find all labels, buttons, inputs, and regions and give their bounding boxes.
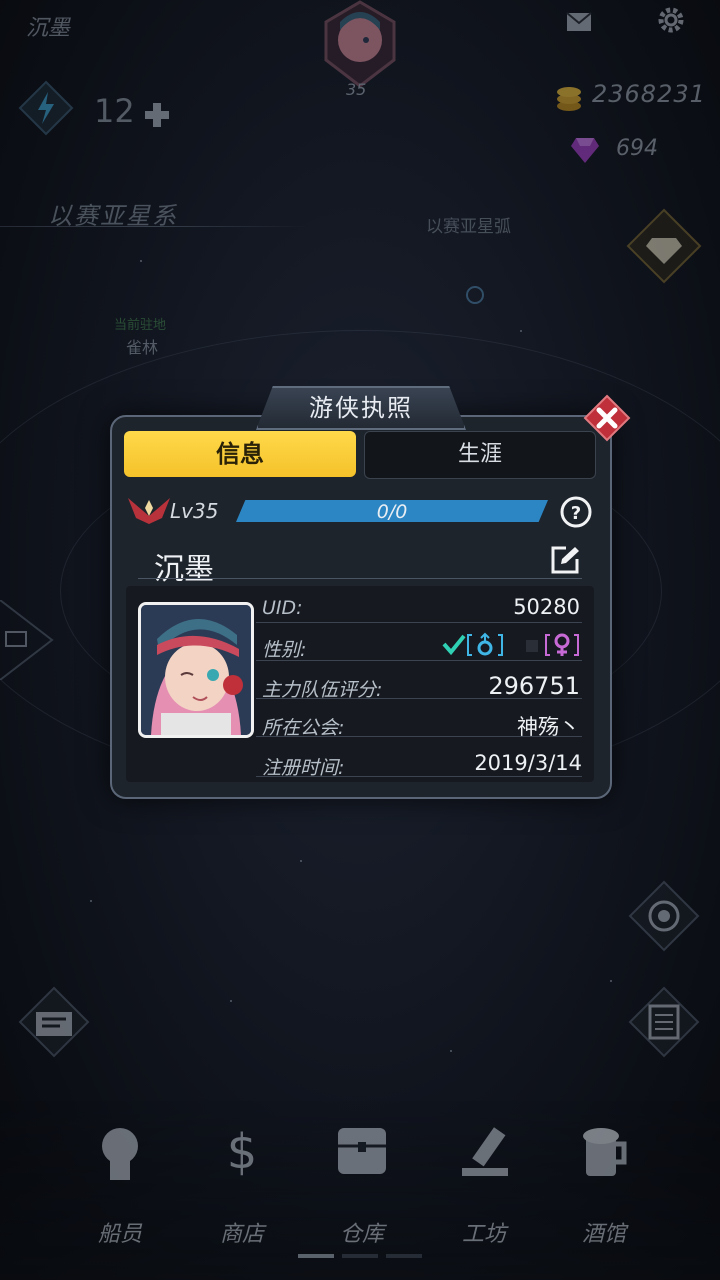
- male-checked-icon: [442, 632, 503, 656]
- gender-label: 性别:: [262, 639, 307, 661]
- purple-gem-icon: [570, 136, 600, 164]
- orbit-icon: [628, 880, 700, 952]
- modal-title: 游侠执照: [256, 386, 466, 430]
- gold-coin-icon: [554, 82, 584, 112]
- mail-icon[interactable]: [566, 12, 592, 32]
- shop-icon: $: [227, 1124, 258, 1180]
- nav-crew-label: 船员: [97, 1222, 142, 1247]
- nav-warehouse[interactable]: 仓库: [322, 1120, 402, 1270]
- nav-tavern-label: 酒馆: [581, 1222, 626, 1247]
- player-portrait[interactable]: [138, 602, 254, 738]
- page-indicator: [342, 1254, 378, 1258]
- female-icon: [526, 633, 579, 656]
- register-date-value: 2019/3/14: [474, 751, 582, 775]
- svg-text:?: ?: [571, 503, 581, 524]
- planet-node[interactable]: [466, 286, 484, 304]
- star-arc-label[interactable]: 以赛亚星弧: [426, 212, 511, 237]
- player-name: 沉墨: [154, 552, 214, 587]
- nav-tavern[interactable]: 酒馆: [564, 1120, 644, 1270]
- tab-career[interactable]: 生涯: [364, 431, 596, 479]
- character-portrait-icon: [141, 605, 251, 735]
- galaxy-map-button[interactable]: [628, 880, 700, 952]
- nav-workshop[interactable]: 工坊: [444, 1120, 524, 1270]
- add-energy-plus-icon[interactable]: [142, 100, 172, 130]
- warehouse-icon: [338, 1128, 386, 1174]
- title-divider: [0, 226, 310, 227]
- nav-warehouse-label: 仓库: [339, 1222, 384, 1247]
- nav-workshop-label: 工坊: [461, 1222, 506, 1247]
- settings-gear-icon[interactable]: [656, 5, 686, 35]
- nav-crew[interactable]: 船员: [80, 1120, 160, 1270]
- team-score-value: 296751: [488, 672, 580, 700]
- energy-icon[interactable]: [18, 80, 74, 136]
- chat-toggle-arrow-icon[interactable]: [0, 599, 60, 681]
- svg-text:$: $: [227, 1124, 258, 1180]
- uid-label: UID:: [262, 597, 303, 619]
- edit-name-icon[interactable]: [550, 545, 580, 575]
- xp-progress-text: 0/0: [376, 501, 408, 523]
- help-button[interactable]: ?: [560, 496, 592, 528]
- nav-shop-label: 商店: [219, 1222, 264, 1247]
- nav-shop[interactable]: $ 商店: [202, 1120, 282, 1270]
- crew-icon: [102, 1128, 138, 1180]
- notice-board-button[interactable]: [18, 986, 90, 1058]
- question-mark-icon: ?: [560, 496, 592, 528]
- avatar-frame-icon: [324, 0, 396, 88]
- gem-amount: 694: [616, 136, 658, 161]
- uid-value: 50280: [513, 595, 580, 619]
- current-station-name[interactable]: 雀林: [126, 334, 158, 358]
- bulletin-icon: [18, 986, 90, 1058]
- name-underline: [138, 578, 582, 579]
- rank-badge-icon: [126, 494, 172, 526]
- gold-amount: 2368231: [592, 80, 706, 108]
- diamond-shop-button[interactable]: [626, 208, 702, 284]
- player-name-top: 沉墨: [26, 16, 71, 41]
- energy-count: 12: [94, 92, 135, 130]
- tavern-icon: [583, 1128, 627, 1176]
- avatar-level-badge: 35: [346, 80, 367, 99]
- current-station-label: 当前驻地: [114, 318, 167, 333]
- tab-info[interactable]: 信息: [124, 431, 356, 477]
- player-level: Lv35: [170, 499, 219, 523]
- checklist-icon: [628, 986, 700, 1058]
- gender-male-option[interactable]: [442, 632, 504, 658]
- workshop-icon: [462, 1127, 508, 1176]
- quest-list-button[interactable]: [628, 986, 700, 1058]
- player-avatar-button[interactable]: [322, 0, 398, 88]
- bottom-nav: 船员 $ 商店 仓库 工坊 酒馆: [0, 1100, 720, 1280]
- page-indicator: [386, 1254, 422, 1258]
- page-indicator-active: [298, 1254, 334, 1258]
- gender-female-option[interactable]: [524, 632, 582, 658]
